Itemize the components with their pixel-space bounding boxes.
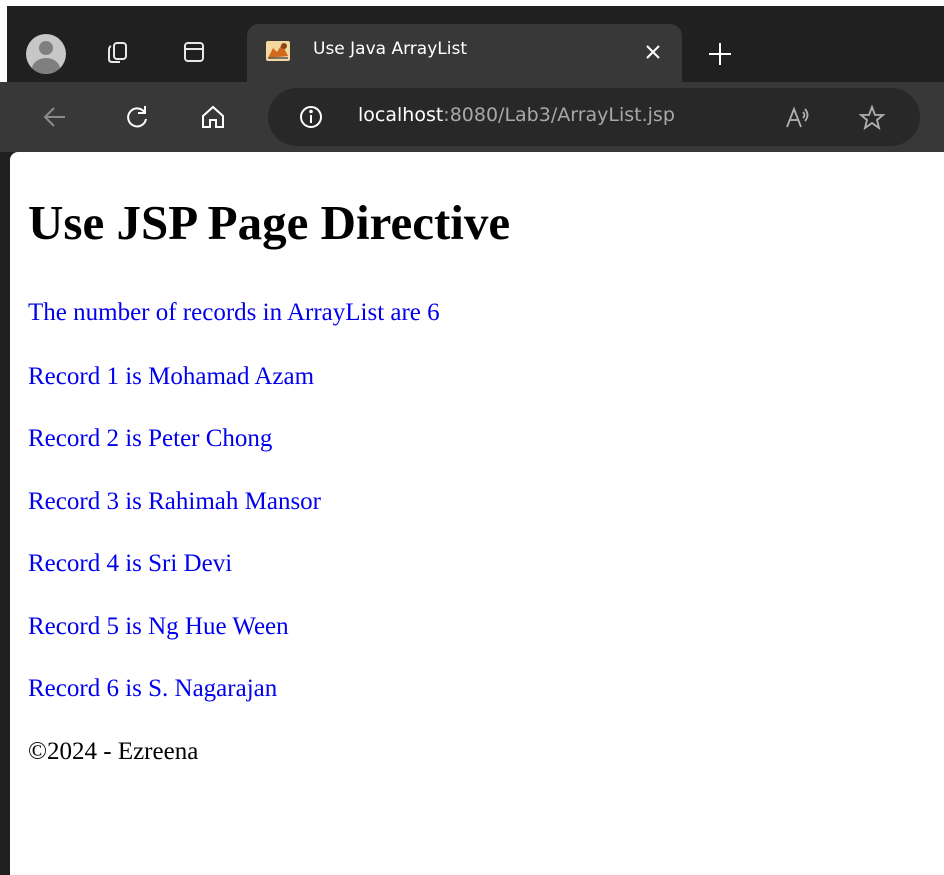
close-icon[interactable] (642, 41, 664, 63)
avatar-head (39, 41, 53, 55)
url-host: localhost (358, 104, 444, 126)
window-top-edge (0, 0, 944, 6)
window-left-border (0, 152, 10, 875)
tomcat-favicon-icon (265, 38, 291, 64)
plus-icon (709, 43, 731, 65)
read-aloud-icon[interactable] (784, 104, 812, 132)
record-count-text: The number of records in ArrayList are 6 (28, 299, 440, 326)
record-line-5: Record 5 is Ng Hue Ween (28, 613, 289, 640)
page-footer: ©2024 - Ezreena (28, 738, 199, 765)
page-viewport: Use JSP Page Directive The number of rec… (10, 152, 944, 875)
record-line-6: Record 6 is S. Nagarajan (28, 675, 278, 702)
tab-actions-icon[interactable] (180, 38, 208, 66)
tab-strip: Use Java ArrayList (0, 0, 944, 82)
record-line-3: Record 3 is Rahimah Mansor (28, 488, 322, 515)
workspaces-icon[interactable] (104, 38, 132, 66)
address-bar[interactable]: localhost:8080/Lab3/ArrayList.jsp (268, 88, 920, 146)
page-heading: Use JSP Page Directive (28, 195, 511, 250)
tab-title: Use Java ArrayList (313, 39, 467, 59)
browser-window: Use Java ArrayList localhost:8080/Lab3/A… (0, 0, 944, 875)
browser-toolbar: localhost:8080/Lab3/ArrayList.jsp (0, 82, 944, 152)
refresh-icon[interactable] (122, 102, 152, 132)
record-line-4: Record 4 is Sri Devi (28, 550, 233, 577)
profile-avatar-icon[interactable] (26, 34, 66, 74)
url-path: :8080/Lab3/ArrayList.jsp (443, 104, 675, 126)
info-icon[interactable] (298, 104, 324, 130)
record-line-2: Record 2 is Peter Chong (28, 425, 273, 452)
window-left-edge (0, 0, 7, 82)
address-url[interactable]: localhost:8080/Lab3/ArrayList.jsp (358, 104, 675, 126)
avatar-body (32, 58, 60, 74)
new-tab-button[interactable] (704, 38, 736, 70)
home-icon[interactable] (198, 102, 228, 132)
tab-active[interactable]: Use Java ArrayList (247, 24, 682, 82)
record-line-1: Record 1 is Mohamad Azam (28, 363, 315, 390)
back-arrow-icon[interactable] (40, 102, 70, 132)
star-icon[interactable] (858, 104, 886, 132)
